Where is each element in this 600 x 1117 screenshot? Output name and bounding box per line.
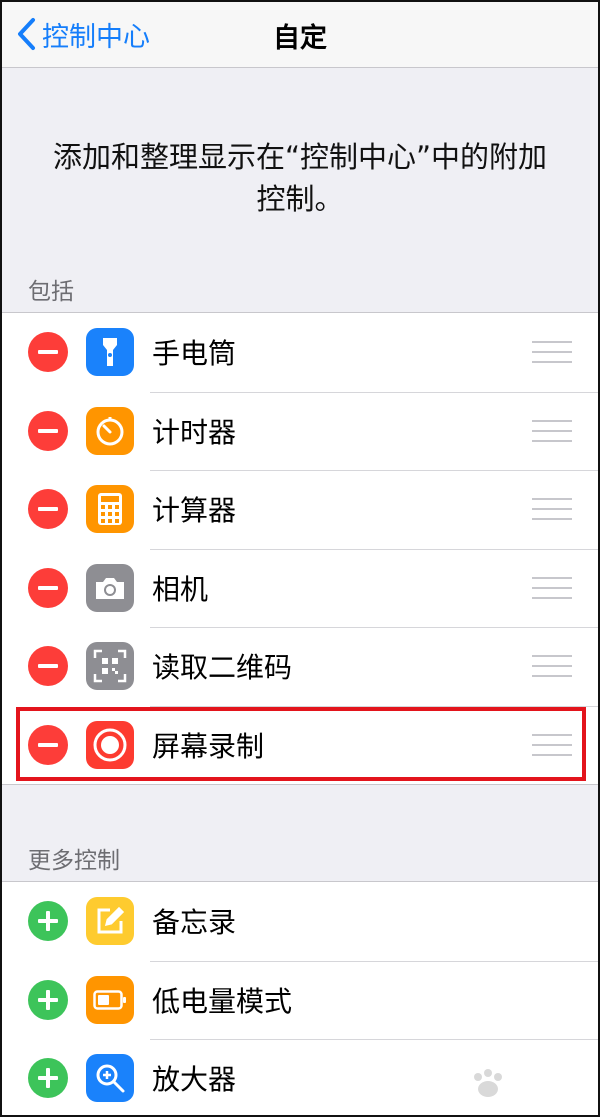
remove-button[interactable] [28,410,68,451]
list-item-flashlight: 手电筒 [2,313,598,392]
qr-code-icon [86,642,134,691]
list-item-label: 屏幕录制 [152,729,265,763]
reorder-handle[interactable] [532,498,572,521]
timer-icon [86,406,134,455]
reorder-handle[interactable] [532,733,572,756]
add-button[interactable] [28,1058,68,1099]
included-controls-list: 手电筒 计时器 计算器 相机 读取二维码 屏幕录制 [2,312,598,785]
reorder-handle[interactable] [532,419,572,442]
battery-icon [86,975,134,1024]
remove-button[interactable] [28,567,68,608]
list-item-label: 低电量模式 [152,984,293,1018]
remove-button[interactable] [28,646,68,687]
reorder-handle[interactable] [532,341,572,364]
remove-button[interactable] [28,332,68,373]
screen-record-icon [86,720,134,769]
list-item-notes: 备忘录 [2,882,598,961]
list-item-label: 计算器 [152,494,237,528]
description-text: 添加和整理显示在“控制中心”中的附加控制。 [52,140,548,216]
list-item-label: 相机 [152,572,209,606]
notes-icon [86,897,134,946]
section-header-included: 包括 [28,279,74,305]
magnifier-icon [86,1054,134,1103]
screen: 控制中心 自定 添加和整理显示在“控制中心”中的附加控制。 包括 手电筒 计时器… [0,0,600,1117]
list-item-label: 读取二维码 [152,651,293,685]
remove-button[interactable] [28,489,68,530]
camera-icon [86,563,134,612]
navigation-bar: 控制中心 自定 [2,2,598,68]
list-item-camera: 相机 [2,548,598,628]
add-button[interactable] [28,979,68,1020]
list-item-low-power-mode: 低电量模式 [2,960,598,1040]
add-button[interactable] [28,901,68,942]
flashlight-icon [86,328,134,377]
list-item-timer: 计时器 [2,391,598,471]
baidu-jingyan-watermark [474,1069,502,1097]
list-item-label: 手电筒 [152,337,237,371]
list-item-label: 计时器 [152,415,237,449]
reorder-handle[interactable] [532,655,572,678]
remove-button[interactable] [28,724,68,765]
section-header-more: 更多控制 [28,848,120,874]
list-item-qr-reader: 读取二维码 [2,627,598,706]
reorder-handle[interactable] [532,576,572,599]
page-title: 自定 [273,23,327,54]
list-item-label: 备忘录 [152,906,237,940]
calculator-icon [86,485,134,534]
list-item-calculator: 计算器 [2,470,598,549]
list-item-label: 放大器 [152,1063,237,1097]
list-item-screen-recording: 屏幕录制 [2,705,598,785]
